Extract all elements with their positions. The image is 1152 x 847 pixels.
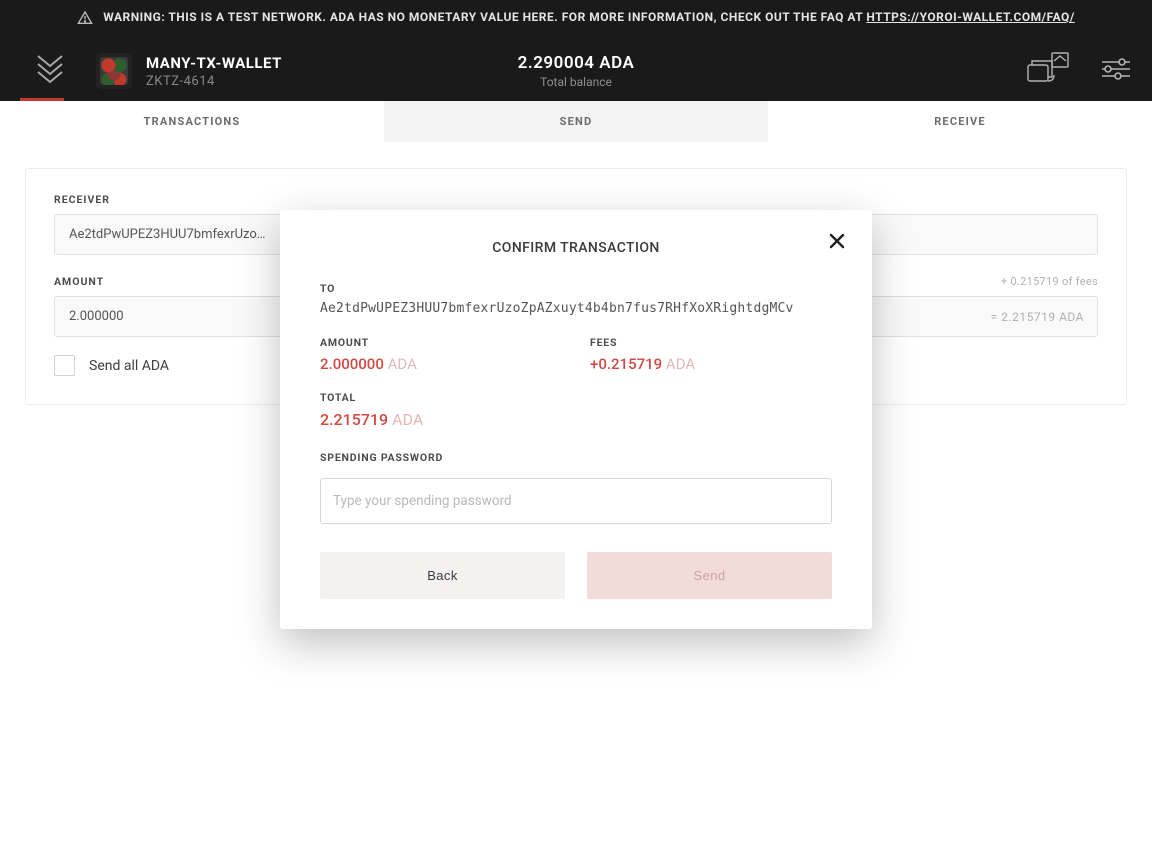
confirm-total-value: 2.215719 bbox=[320, 410, 388, 429]
to-label: TO bbox=[320, 282, 832, 295]
to-address: Ae2tdPwUPEZ3HUU7bmfexrUzoZpAZxuyt4b4bn7f… bbox=[320, 301, 832, 316]
modal-title: CONFIRM TRANSACTION bbox=[310, 240, 842, 256]
confirm-fees-label: FEES bbox=[590, 336, 695, 349]
confirm-total-unit: ADA bbox=[392, 410, 423, 429]
confirm-amount-unit: ADA bbox=[388, 355, 417, 373]
spending-password-label: SPENDING PASSWORD bbox=[320, 451, 832, 464]
send-button[interactable]: Send bbox=[587, 552, 832, 599]
back-button[interactable]: Back bbox=[320, 552, 565, 599]
spending-password-input[interactable] bbox=[320, 478, 832, 524]
confirm-fees-unit: ADA bbox=[666, 355, 695, 373]
modal-close-button[interactable] bbox=[828, 232, 846, 254]
confirm-amount-value: 2.000000 bbox=[320, 355, 384, 373]
modal-overlay: CONFIRM TRANSACTION TO Ae2tdPwUPEZ3HUU7b… bbox=[0, 0, 1152, 847]
confirm-amount-label: AMOUNT bbox=[320, 336, 550, 349]
confirm-total-label: TOTAL bbox=[320, 391, 832, 404]
confirm-fees-value: +0.215719 bbox=[590, 355, 662, 373]
confirm-transaction-modal: CONFIRM TRANSACTION TO Ae2tdPwUPEZ3HUU7b… bbox=[280, 210, 872, 629]
